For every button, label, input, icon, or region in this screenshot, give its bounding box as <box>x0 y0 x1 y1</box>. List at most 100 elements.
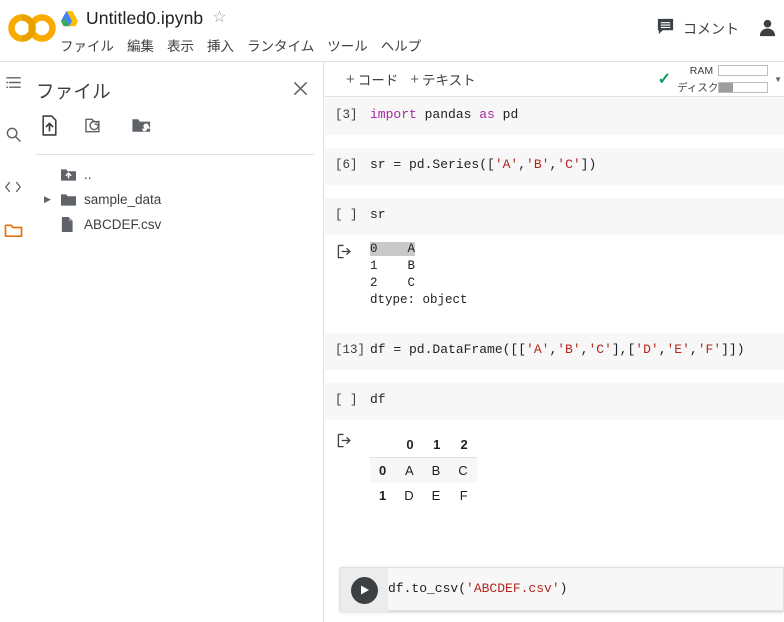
notebook-cell[interactable]: [ ] df 0 1 2 0 A B C 1 D E F <box>325 382 784 508</box>
add-text-cell-button[interactable]: + テキスト <box>404 66 481 92</box>
colab-logo-icon[interactable] <box>4 8 60 48</box>
avatar[interactable] <box>754 14 780 40</box>
ram-gauge <box>718 65 769 76</box>
code-token: 'C' <box>588 341 612 357</box>
code-token: 'C' <box>557 157 581 172</box>
file-icon <box>60 216 84 233</box>
code-token: 'B' <box>557 341 581 357</box>
cell-prompt[interactable]: [3] <box>325 98 370 122</box>
file-tree-row-sample-data[interactable]: ▶ sample_data <box>26 187 324 212</box>
code-cell-body[interactable]: [3] import pandas as pd <box>325 98 784 135</box>
code-token: 'A' <box>526 341 550 357</box>
cell-source[interactable]: sr <box>370 198 386 232</box>
table-cell: B <box>431 462 441 478</box>
ram-gauge-row: RAM <box>677 64 769 77</box>
refresh-folder-icon[interactable] <box>82 112 108 138</box>
folder-up-icon <box>60 167 84 182</box>
code-cell-body[interactable]: [13] df = pd.DataFrame([['A','B','C'],['… <box>325 332 784 370</box>
code-token: sr = pd.Series([ <box>370 157 495 172</box>
cell-prompt[interactable]: [6] <box>325 148 370 172</box>
cell-prompt[interactable]: [13] <box>325 333 370 357</box>
star-icon[interactable]: ☆ <box>210 10 226 26</box>
files-divider <box>36 154 314 155</box>
sidebar-item-table-of-contents[interactable] <box>0 70 26 100</box>
code-token: 'ABCDEF.csv' <box>466 581 560 596</box>
code-token: df = pd.DataFrame([[ <box>370 341 527 357</box>
menu-item-view[interactable]: 表示 <box>167 33 203 57</box>
cell-list: [3] import pandas as pd [6] sr = pd.Seri… <box>325 98 784 508</box>
code-token: , <box>518 157 527 172</box>
disk-gauge-row: ディスク <box>677 80 769 95</box>
page-title[interactable]: Untitled0.ipynb <box>86 8 203 29</box>
menu-item-runtime[interactable]: ランタイム <box>247 33 323 57</box>
menu-item-tools[interactable]: ツール <box>327 33 377 57</box>
file-tree: .. ▶ sample_data ABCDEF.csv <box>26 162 324 237</box>
menu-item-file[interactable]: ファイル <box>60 33 123 57</box>
mount-drive-icon[interactable] <box>128 112 154 138</box>
add-code-cell-button[interactable]: + コード <box>340 66 404 92</box>
output-arrow-icon <box>325 241 370 264</box>
sidebar-item-code-snippets[interactable] <box>0 174 26 204</box>
menu-item-help[interactable]: ヘルプ <box>381 33 431 57</box>
output-selected-line: 0 A <box>370 242 416 256</box>
cell-source[interactable]: df <box>370 383 386 417</box>
dataframe-output-table: 0 1 2 0 A B C 1 D E F <box>370 431 477 508</box>
menu-item-edit[interactable]: 編集 <box>127 33 163 57</box>
code-snippets-icon <box>4 179 22 200</box>
close-icon[interactable] <box>287 75 313 101</box>
cell-spacer <box>325 308 784 333</box>
code-cell-body[interactable]: [6] sr = pd.Series(['A','B','C']) <box>325 148 784 185</box>
active-notebook-cell[interactable]: df.to_csv('ABCDEF.csv') <box>340 567 784 612</box>
menu-item-insert[interactable]: 挿入 <box>207 33 243 57</box>
cell-spacer <box>325 135 784 148</box>
files-panel-title: ファイル <box>36 81 111 102</box>
table-corner-cell <box>370 431 396 458</box>
cell-output: 0 A 1 B 2 C dtype: object <box>325 235 784 309</box>
row-index: 1 <box>379 487 387 503</box>
connected-check-icon: ✓ <box>657 70 672 88</box>
file-tree-row-abcdef-csv[interactable]: ABCDEF.csv <box>26 212 324 237</box>
files-toolbar <box>36 107 314 143</box>
table-cell: C <box>458 462 468 478</box>
cell-source[interactable]: import pandas as pd <box>370 98 518 132</box>
chevron-down-icon[interactable]: ▼ <box>774 75 782 84</box>
cell-source[interactable]: sr = pd.Series(['A','B','C']) <box>370 148 596 182</box>
plus-icon: + <box>346 70 355 88</box>
cell-source[interactable]: df = pd.DataFrame([['A','B','C'],['D','E… <box>370 333 745 367</box>
cell-prompt[interactable]: [ ] <box>325 383 370 407</box>
code-token: ]) <box>580 157 597 172</box>
sidebar-item-search[interactable] <box>0 122 26 152</box>
output-line: 1 B <box>370 258 416 273</box>
code-token: , <box>689 341 698 357</box>
ram-label: RAM <box>689 64 714 77</box>
code-cell-body[interactable]: [ ] df <box>325 382 784 420</box>
file-tree-row-parent[interactable]: .. <box>26 162 324 187</box>
notebook-cell[interactable]: [6] sr = pd.Series(['A','B','C']) <box>325 148 784 185</box>
resource-gauges: RAM ディスク <box>677 64 769 95</box>
comment-button[interactable]: コメント <box>656 14 739 44</box>
code-cell-body[interactable]: [ ] sr <box>325 198 784 235</box>
table-cell: A <box>404 462 414 478</box>
cell-prompt[interactable]: [ ] <box>325 198 370 222</box>
code-token: 'B' <box>526 157 550 172</box>
output-arrow-icon <box>325 430 370 453</box>
files-panel: ファイル .. ▶ sample_data ABCDEF.csv <box>26 62 324 622</box>
cell-output: 0 1 2 0 A B C 1 D E F <box>325 419 784 508</box>
notebook-cell[interactable]: [13] df = pd.DataFrame([['A','B','C'],['… <box>325 332 784 370</box>
notebook-cell[interactable]: [3] import pandas as pd <box>325 98 784 135</box>
file-tree-label: ABCDEF.csv <box>84 217 162 232</box>
code-token: , <box>658 341 667 357</box>
upload-file-icon[interactable] <box>36 112 62 138</box>
notebook-cell[interactable]: [ ] sr 0 A 1 B 2 C dtype: object <box>325 198 784 309</box>
sidebar-item-files[interactable] <box>0 218 26 248</box>
output-line: dtype: object <box>370 292 468 307</box>
run-cell-button[interactable] <box>341 568 388 612</box>
code-token: df <box>370 391 386 407</box>
disk-gauge-fill <box>719 82 734 92</box>
chevron-right-icon[interactable]: ▶ <box>44 194 60 205</box>
runtime-status-area[interactable]: ✓ RAM ディスク ▼ <box>658 62 784 97</box>
column-header: 1 <box>422 431 450 458</box>
files-folder-icon <box>4 222 23 244</box>
table-of-contents-icon <box>5 74 22 96</box>
active-cell-source[interactable]: df.to_csv('ABCDEF.csv') <box>388 568 567 596</box>
